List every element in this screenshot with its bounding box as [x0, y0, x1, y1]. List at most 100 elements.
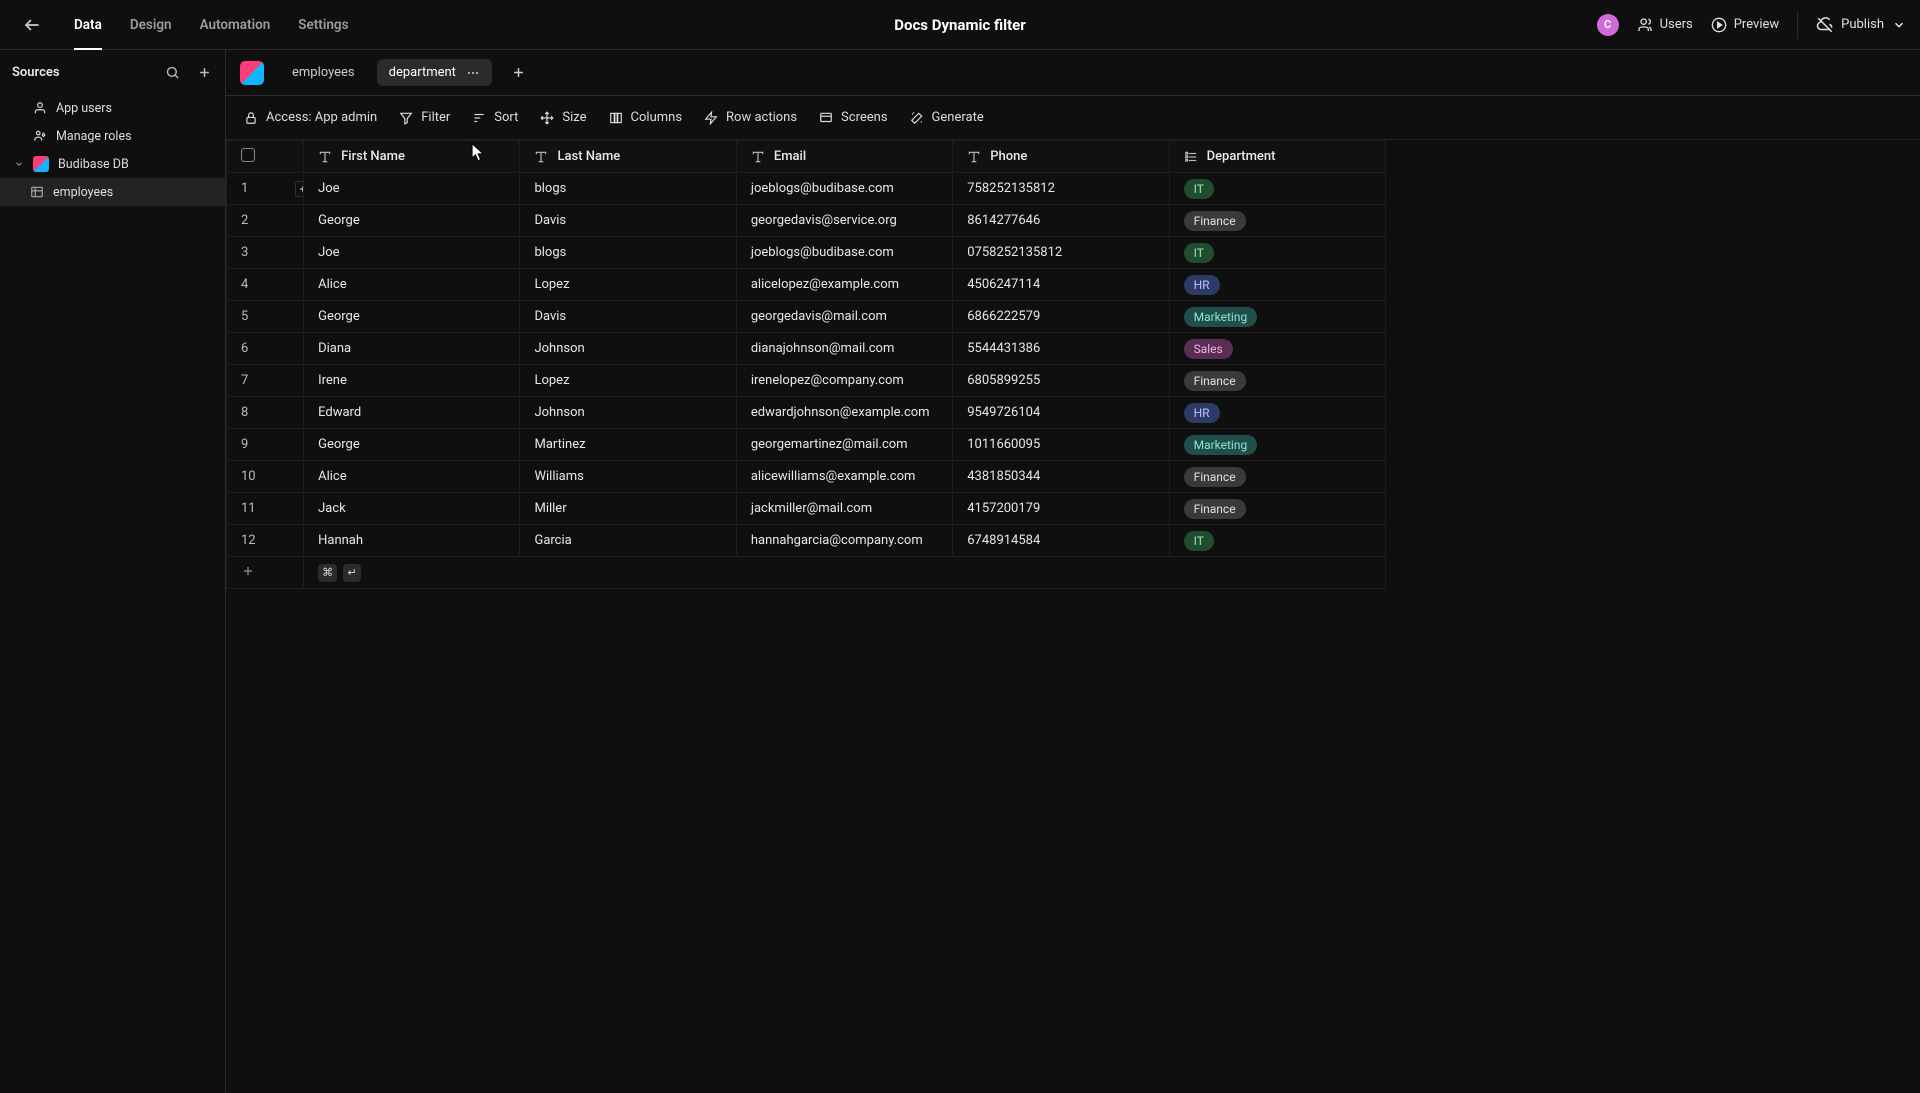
- cell-email[interactable]: alicelopez@example.com: [736, 269, 952, 301]
- cell-phone[interactable]: 4506247114: [953, 269, 1169, 301]
- row-index-cell[interactable]: 1: [227, 173, 304, 205]
- tab-more-button[interactable]: [466, 66, 480, 80]
- sidebar-item-db[interactable]: Budibase DB: [0, 150, 225, 178]
- sidebar-item-table-employees[interactable]: employees: [0, 178, 225, 206]
- access-chip[interactable]: Access: App admin: [244, 110, 377, 125]
- table-row[interactable]: 3Joeblogsjoeblogs@budibase.com0758252135…: [227, 237, 1386, 269]
- chevron-down-icon[interactable]: [1892, 18, 1906, 32]
- row-index-cell[interactable]: 8: [227, 397, 304, 429]
- cell-email[interactable]: joeblogs@budibase.com: [736, 237, 952, 269]
- row-index-cell[interactable]: 10: [227, 461, 304, 493]
- row-index-cell[interactable]: 3: [227, 237, 304, 269]
- preview-button[interactable]: Preview: [1711, 17, 1779, 33]
- nav-tab-data[interactable]: Data: [60, 0, 116, 50]
- cell-department[interactable]: IT: [1169, 525, 1385, 557]
- cell-first-name[interactable]: Jack: [304, 493, 520, 525]
- cell-department[interactable]: Sales: [1169, 333, 1385, 365]
- sidebar-item-manage-roles[interactable]: Manage roles: [0, 122, 225, 150]
- cell-email[interactable]: hannahgarcia@company.com: [736, 525, 952, 557]
- cell-department[interactable]: HR: [1169, 269, 1385, 301]
- cell-last-name[interactable]: Garcia: [520, 525, 736, 557]
- cell-first-name[interactable]: Diana: [304, 333, 520, 365]
- cell-first-name[interactable]: George: [304, 205, 520, 237]
- table-row[interactable]: 2GeorgeDavisgeorgedavis@service.org86142…: [227, 205, 1386, 237]
- table-row[interactable]: 7IreneLopezirenelopez@company.com6805899…: [227, 365, 1386, 397]
- cell-phone[interactable]: 1011660095: [953, 429, 1169, 461]
- cell-last-name[interactable]: Johnson: [520, 397, 736, 429]
- cell-phone[interactable]: 6866222579: [953, 301, 1169, 333]
- sidebar-search-button[interactable]: [159, 59, 185, 85]
- cell-department[interactable]: Finance: [1169, 365, 1385, 397]
- cell-last-name[interactable]: Martinez: [520, 429, 736, 461]
- grid-header-email[interactable]: Email: [736, 141, 952, 173]
- cell-email[interactable]: irenelopez@company.com: [736, 365, 952, 397]
- cell-first-name[interactable]: Joe: [304, 173, 520, 205]
- table-row[interactable]: 9GeorgeMartinezgeorgemartinez@mail.com10…: [227, 429, 1386, 461]
- row-index-cell[interactable]: 6: [227, 333, 304, 365]
- avatar[interactable]: C: [1597, 14, 1619, 36]
- cell-email[interactable]: georgedavis@service.org: [736, 205, 952, 237]
- cell-first-name[interactable]: Edward: [304, 397, 520, 429]
- nav-tab-settings[interactable]: Settings: [284, 0, 362, 50]
- sidebar-item-app-users[interactable]: App users: [0, 94, 225, 122]
- table-row[interactable]: 6DianaJohnsondianajohnson@mail.com554443…: [227, 333, 1386, 365]
- cell-phone[interactable]: 5544431386: [953, 333, 1169, 365]
- cell-first-name[interactable]: Alice: [304, 461, 520, 493]
- cell-first-name[interactable]: George: [304, 301, 520, 333]
- cell-department[interactable]: IT: [1169, 173, 1385, 205]
- row-index-cell[interactable]: 7: [227, 365, 304, 397]
- cell-email[interactable]: edwardjohnson@example.com: [736, 397, 952, 429]
- cell-email[interactable]: georgedavis@mail.com: [736, 301, 952, 333]
- row-actions-button[interactable]: Row actions: [704, 110, 797, 125]
- cell-last-name[interactable]: Lopez: [520, 365, 736, 397]
- cell-email[interactable]: dianajohnson@mail.com: [736, 333, 952, 365]
- cell-last-name[interactable]: Williams: [520, 461, 736, 493]
- row-index-cell[interactable]: 9: [227, 429, 304, 461]
- add-row-plus-cell[interactable]: [227, 557, 304, 589]
- cell-phone[interactable]: 758252135812: [953, 173, 1169, 205]
- cell-email[interactable]: georgemartinez@mail.com: [736, 429, 952, 461]
- cell-first-name[interactable]: Hannah: [304, 525, 520, 557]
- table-row[interactable]: 5GeorgeDavisgeorgedavis@mail.com68662225…: [227, 301, 1386, 333]
- cell-department[interactable]: Marketing: [1169, 301, 1385, 333]
- row-index-cell[interactable]: 5: [227, 301, 304, 333]
- tab-employees[interactable]: employees: [280, 59, 367, 86]
- checkbox-icon[interactable]: [241, 148, 255, 162]
- cell-email[interactable]: joeblogs@budibase.com: [736, 173, 952, 205]
- cell-phone[interactable]: 0758252135812: [953, 237, 1169, 269]
- cell-last-name[interactable]: Davis: [520, 301, 736, 333]
- grid-header-first-name[interactable]: First Name: [304, 141, 520, 173]
- grid-add-row[interactable]: ⌘ ↵: [227, 557, 1386, 589]
- table-row[interactable]: 10AliceWilliamsalicewilliams@example.com…: [227, 461, 1386, 493]
- cell-phone[interactable]: 6805899255: [953, 365, 1169, 397]
- cell-email[interactable]: jackmiller@mail.com: [736, 493, 952, 525]
- grid-header-last-name[interactable]: Last Name: [520, 141, 736, 173]
- cell-first-name[interactable]: Joe: [304, 237, 520, 269]
- cell-first-name[interactable]: Irene: [304, 365, 520, 397]
- table-row[interactable]: 12HannahGarciahannahgarcia@company.com67…: [227, 525, 1386, 557]
- cell-department[interactable]: Marketing: [1169, 429, 1385, 461]
- filter-button[interactable]: Filter: [399, 110, 450, 125]
- publish-button[interactable]: Publish: [1816, 16, 1884, 34]
- cell-last-name[interactable]: Lopez: [520, 269, 736, 301]
- cell-phone[interactable]: 9549726104: [953, 397, 1169, 429]
- table-row[interactable]: 4AliceLopezalicelopez@example.com4506247…: [227, 269, 1386, 301]
- cell-department[interactable]: HR: [1169, 397, 1385, 429]
- table-row[interactable]: 11JackMillerjackmiller@mail.com415720017…: [227, 493, 1386, 525]
- users-button[interactable]: Users: [1637, 17, 1693, 33]
- cell-email[interactable]: alicewilliams@example.com: [736, 461, 952, 493]
- grid-header-index[interactable]: [227, 141, 304, 173]
- screens-button[interactable]: Screens: [819, 110, 887, 125]
- tab-department[interactable]: department: [377, 59, 492, 86]
- cell-last-name[interactable]: blogs: [520, 173, 736, 205]
- cell-first-name[interactable]: George: [304, 429, 520, 461]
- sidebar-add-button[interactable]: [191, 59, 217, 85]
- cell-phone[interactable]: 4381850344: [953, 461, 1169, 493]
- cell-first-name[interactable]: Alice: [304, 269, 520, 301]
- cell-department[interactable]: Finance: [1169, 461, 1385, 493]
- cell-last-name[interactable]: Johnson: [520, 333, 736, 365]
- row-index-cell[interactable]: 2: [227, 205, 304, 237]
- cell-last-name[interactable]: blogs: [520, 237, 736, 269]
- generate-button[interactable]: Generate: [910, 110, 984, 125]
- cell-department[interactable]: Finance: [1169, 493, 1385, 525]
